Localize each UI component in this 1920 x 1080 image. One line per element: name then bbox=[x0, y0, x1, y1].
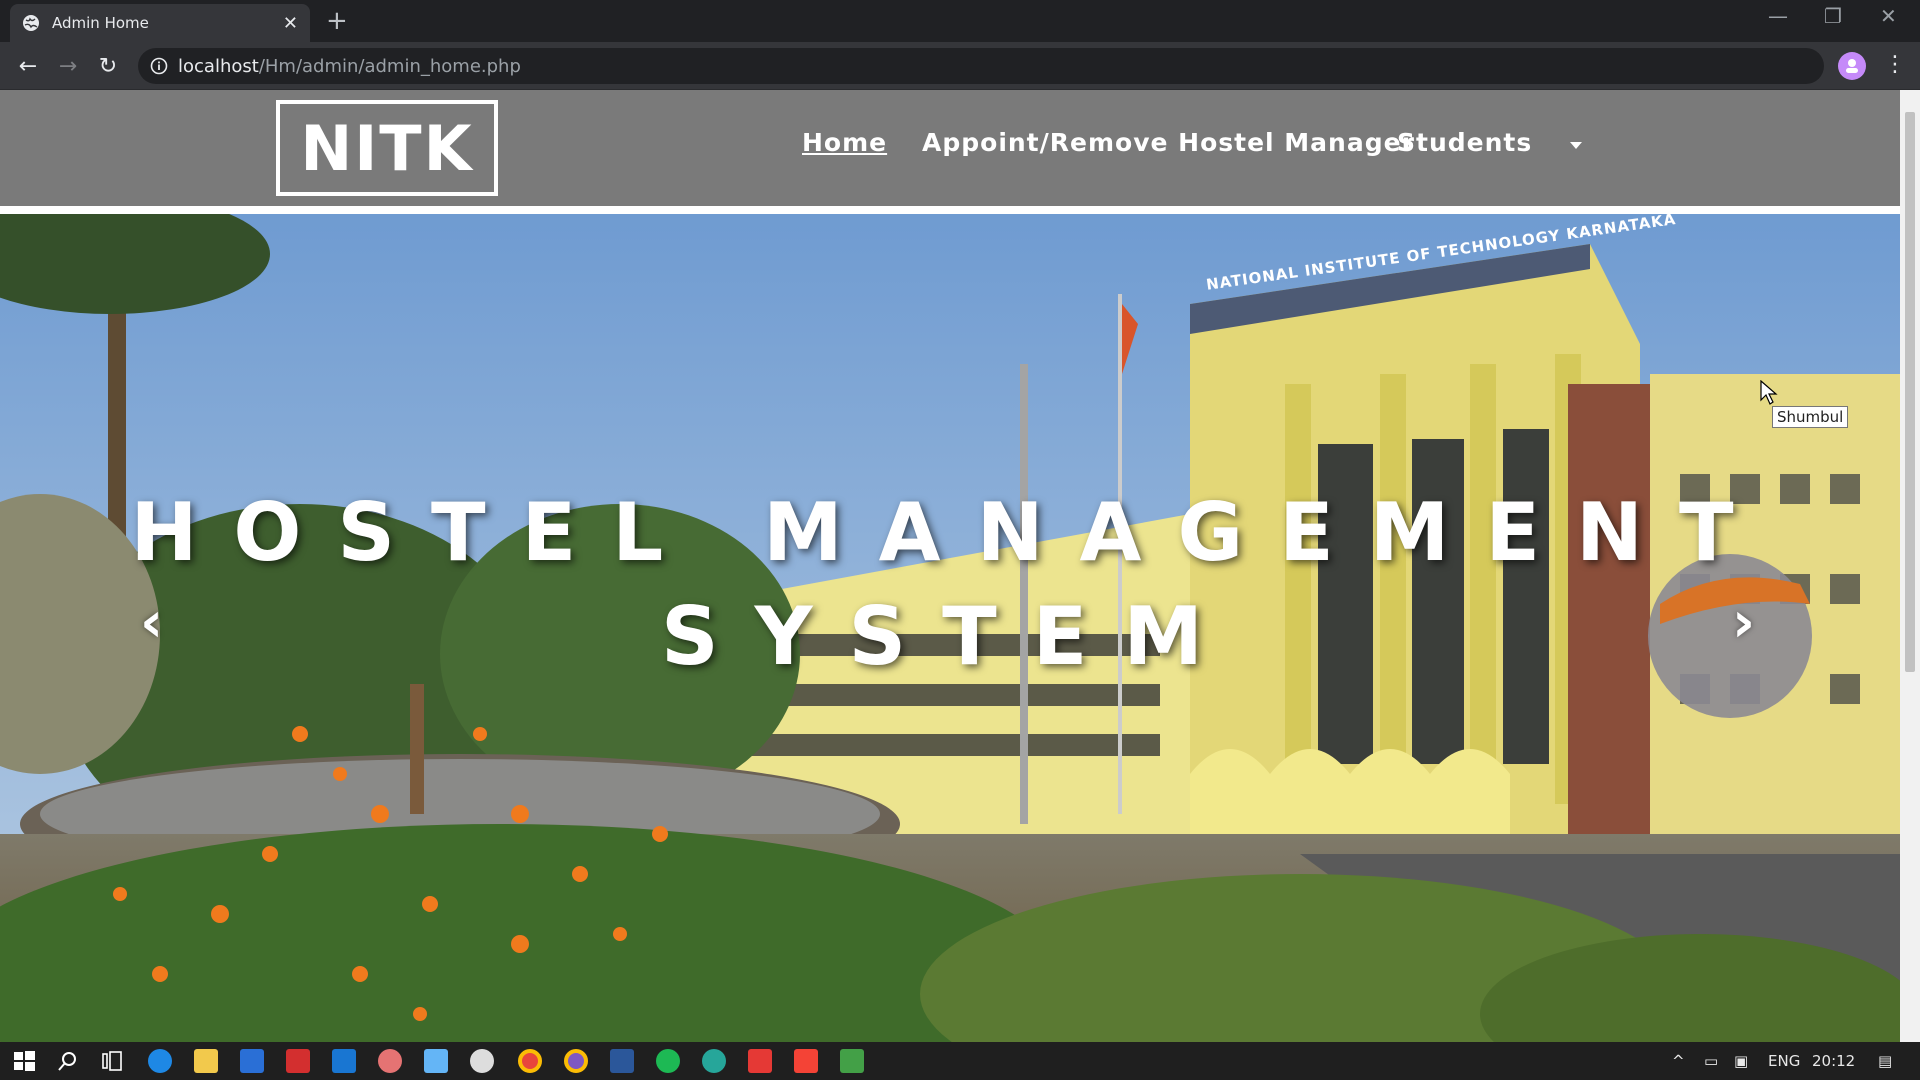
notes-icon[interactable] bbox=[424, 1049, 448, 1073]
browser-tab[interactable]: Admin Home ✕ bbox=[10, 4, 310, 42]
incognito-icon bbox=[1846, 59, 1858, 73]
scrollbar-thumb[interactable] bbox=[1905, 112, 1915, 672]
site-header: NITK Home Appoint/Remove Hostel Manager … bbox=[0, 90, 1900, 206]
close-window-button[interactable]: ✕ bbox=[1880, 4, 1897, 28]
globe-icon bbox=[23, 15, 39, 31]
restore-window-button[interactable]: ❐ bbox=[1824, 4, 1842, 28]
dropdown-caret-icon[interactable] bbox=[1570, 142, 1582, 149]
page-scrollbar[interactable] bbox=[1900, 90, 1920, 1042]
anydesk-icon[interactable] bbox=[794, 1049, 818, 1073]
task-view-icon[interactable] bbox=[100, 1049, 124, 1073]
app-icon[interactable] bbox=[378, 1049, 402, 1073]
tab-strip: Admin Home ✕ + — ❐ ✕ bbox=[0, 0, 1920, 42]
nav-appoint-remove-manager[interactable]: Appoint/Remove Hostel Manager bbox=[922, 128, 1415, 157]
windows-start-icon[interactable] bbox=[12, 1049, 36, 1073]
photos-icon[interactable] bbox=[470, 1049, 494, 1073]
tooltip: Shumbul bbox=[1772, 406, 1849, 428]
url-path: /Hm/admin/admin_home.php bbox=[258, 55, 521, 77]
address-bar[interactable]: localhost/Hm/admin/admin_home.php bbox=[138, 48, 1824, 84]
forward-arrow-icon[interactable]: → bbox=[54, 52, 82, 80]
acrobat-icon[interactable] bbox=[748, 1049, 772, 1073]
url-host: localhost bbox=[178, 55, 259, 77]
word-icon[interactable] bbox=[610, 1049, 634, 1073]
site-logo[interactable]: NITK bbox=[276, 100, 498, 196]
chevron-up-icon[interactable]: ^ bbox=[1672, 1052, 1685, 1070]
clock[interactable]: 20:12 bbox=[1812, 1052, 1855, 1070]
mail-icon[interactable] bbox=[332, 1049, 356, 1073]
hero-title-line-1: HOSTEL MANAGEMENT bbox=[130, 486, 1770, 579]
file-explorer-icon[interactable] bbox=[194, 1049, 218, 1073]
nav-students[interactable]: Students bbox=[1397, 128, 1532, 157]
tab-title: Admin Home bbox=[52, 14, 149, 32]
hero-carousel: NATIONAL INSTITUTE OF TECHNOLOGY KARNATA… bbox=[0, 214, 1900, 1042]
close-tab-icon[interactable]: ✕ bbox=[283, 13, 298, 34]
browser-toolbar: ← → ↻ localhost/Hm/admin/admin_home.php … bbox=[0, 42, 1920, 90]
browser-menu-icon[interactable]: ⋮ bbox=[1884, 52, 1906, 77]
windows-taskbar: ^ ▭ ▣ ENG 20:12 ▤ bbox=[0, 1042, 1920, 1080]
site-info-icon[interactable] bbox=[150, 57, 168, 75]
spotify-icon[interactable] bbox=[656, 1049, 680, 1073]
web-page: NITK Home Appoint/Remove Hostel Manager … bbox=[0, 90, 1900, 1042]
notification-icon[interactable]: ▤ bbox=[1878, 1052, 1892, 1070]
search-icon[interactable] bbox=[56, 1049, 80, 1073]
back-arrow-icon[interactable]: ← bbox=[14, 52, 42, 80]
battery-icon[interactable]: ▭ bbox=[1704, 1052, 1718, 1070]
profile-avatar[interactable] bbox=[1838, 52, 1866, 80]
edge-icon[interactable] bbox=[148, 1049, 172, 1073]
sheet-icon[interactable] bbox=[840, 1049, 864, 1073]
reload-icon[interactable]: ↻ bbox=[94, 52, 122, 80]
chrome-icon[interactable] bbox=[518, 1049, 542, 1073]
minimize-window-button[interactable]: — bbox=[1768, 4, 1788, 28]
chrome-profile-icon[interactable] bbox=[564, 1049, 588, 1073]
network-icon[interactable]: ▣ bbox=[1734, 1052, 1748, 1070]
store-icon[interactable] bbox=[240, 1049, 264, 1073]
app-green-icon[interactable] bbox=[702, 1049, 726, 1073]
carousel-prev-icon[interactable]: ‹ bbox=[140, 590, 163, 655]
mouse-cursor-icon bbox=[1760, 380, 1778, 405]
gift-app-icon[interactable] bbox=[286, 1049, 310, 1073]
carousel-next-icon[interactable]: › bbox=[1732, 590, 1755, 655]
nav-home[interactable]: Home bbox=[802, 128, 887, 157]
language-indicator[interactable]: ENG bbox=[1768, 1052, 1800, 1070]
new-tab-button[interactable]: + bbox=[326, 6, 348, 36]
hero-title-line-2: SYSTEM bbox=[661, 590, 1239, 683]
